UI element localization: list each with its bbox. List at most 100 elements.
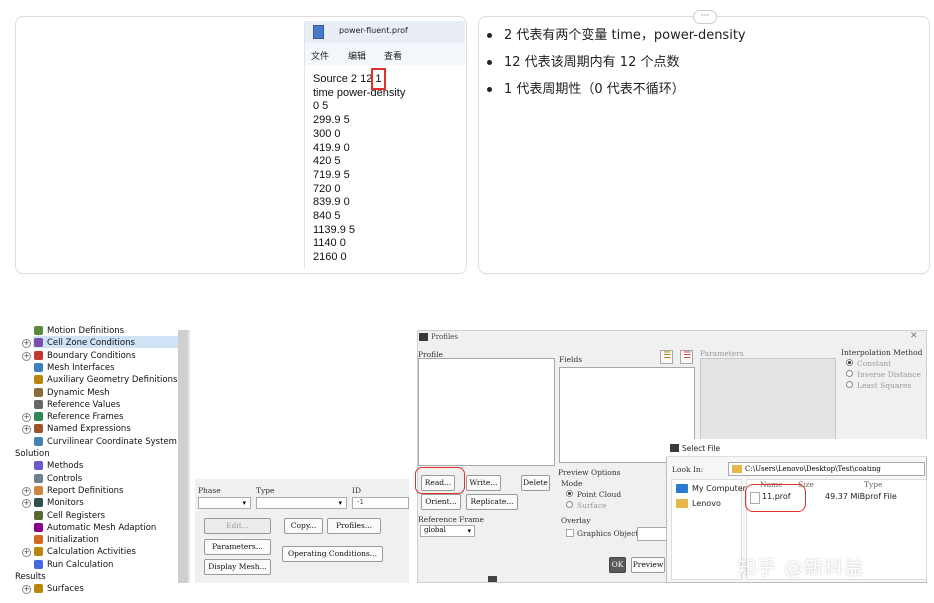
computer-icon <box>676 484 688 493</box>
tree-scrollbar[interactable] <box>178 330 188 583</box>
constant-radio[interactable] <box>846 359 853 366</box>
chevron-down-icon: ▾ <box>338 499 342 507</box>
parameters-label: Parameters <box>700 349 744 358</box>
write-button[interactable]: Write... <box>466 475 501 491</box>
mode-label: Mode <box>561 479 583 488</box>
profile-line: 719.9 5 <box>313 168 350 181</box>
display-mesh-button[interactable]: Display Mesh... <box>204 559 271 575</box>
file-type: prof File <box>865 492 897 501</box>
profile-line: 840 5 <box>313 210 341 223</box>
tree-item-label: Boundary Conditions <box>47 350 136 361</box>
run-icon <box>34 559 43 569</box>
least-squares-radio[interactable] <box>846 381 853 388</box>
register-icon <box>34 510 43 520</box>
preview-options-label: Preview Options <box>558 468 621 477</box>
tree-item-label: Surfaces <box>47 584 84 595</box>
note-item: 1 代表周期性（0 代表不循环） <box>485 81 746 108</box>
type-label: Type <box>256 486 275 495</box>
graphics-object-label: Graphics Object <box>577 529 639 538</box>
profiles-button[interactable]: Profiles... <box>327 518 381 534</box>
notepad-title: power-fluent.prof <box>339 26 408 35</box>
watermark: 知乎 @新科益 <box>737 557 865 579</box>
dynamic-mesh-icon <box>34 387 43 397</box>
preview-button[interactable]: Preview <box>631 557 665 573</box>
profile-line: 299.9 5 <box>313 114 350 127</box>
monitor-icon <box>34 498 43 508</box>
parameters-button[interactable]: Parameters... <box>204 539 271 555</box>
profile-line: time power-density <box>313 86 406 99</box>
look-in-path[interactable]: C:\Users\Lenovo\Desktop\Test\coating <box>728 462 925 476</box>
close-icon[interactable]: ✕ <box>910 331 918 341</box>
orient-button[interactable]: Orient... <box>421 494 461 510</box>
select-all-icon[interactable]: ☰ <box>660 350 673 364</box>
geometry-icon <box>34 375 43 385</box>
menu-edit[interactable]: 编辑 <box>348 49 366 62</box>
function-icon <box>34 424 43 434</box>
chevron-down-icon: ▾ <box>467 527 471 535</box>
initialization-icon <box>34 535 43 545</box>
graphics-object-field[interactable] <box>637 527 667 541</box>
notes-list: 2 代表有两个变量 time，power-density 12 代表该周期内有 … <box>485 27 746 108</box>
replicate-button[interactable]: Replicate... <box>466 494 518 510</box>
graphics-object-checkbox[interactable] <box>566 529 574 537</box>
surface-radio[interactable] <box>566 501 573 508</box>
notepad-text[interactable]: Source 2 12 1 time power-density 0 5 299… <box>313 73 405 265</box>
reference-frame-dropdown[interactable]: global ▾ <box>420 525 475 537</box>
overlay-label: Overlay <box>561 516 591 525</box>
tree-item-label: Reference Frames <box>47 412 124 423</box>
menu-view[interactable]: 查看 <box>384 49 402 62</box>
delete-button[interactable]: Delete <box>521 475 550 491</box>
copy-button[interactable]: Copy... <box>284 518 323 534</box>
tree-item-label: Reference Values <box>47 399 121 410</box>
place-lenovo[interactable]: Lenovo <box>692 499 721 508</box>
chevron-down-icon: ▾ <box>242 499 246 507</box>
expand-icon[interactable]: + <box>22 351 31 361</box>
controls-icon <box>34 473 43 483</box>
motion-icon <box>34 326 43 335</box>
expand-icon[interactable]: + <box>22 585 31 595</box>
folder-icon <box>676 499 688 508</box>
reference-frame-value: global <box>424 526 446 534</box>
frames-icon <box>34 412 43 422</box>
deselect-all-icon[interactable]: ☰ <box>680 350 693 364</box>
places-panel <box>671 479 742 580</box>
column-type[interactable]: Type <box>864 480 882 489</box>
profile-list[interactable] <box>418 358 555 466</box>
phase-dropdown[interactable]: ▾ <box>198 497 251 509</box>
point-cloud-radio[interactable] <box>566 490 573 497</box>
menu-file[interactable]: 文件 <box>311 49 329 62</box>
place-my-computer[interactable]: My Computer <box>692 484 746 493</box>
operating-conditions-button[interactable]: Operating Conditions... <box>282 546 383 562</box>
file-size: 49.37 MiB <box>825 492 866 501</box>
phase-label: Phase <box>198 486 221 495</box>
reference-frame-label: Reference Frame <box>418 515 484 524</box>
notepad-menubar: 文件 编辑 查看 <box>305 43 465 65</box>
look-in-path-text: C:\Users\Lenovo\Desktop\Test\coating <box>745 465 881 473</box>
note-item: 12 代表该周期内有 12 个点数 <box>485 54 746 81</box>
type-dropdown[interactable]: ▾ <box>256 497 347 509</box>
profile-line: 300 0 <box>313 127 341 140</box>
id-field[interactable]: -1 <box>352 497 409 509</box>
tree-scroll-track <box>188 330 190 583</box>
more-options-icon[interactable]: ··· <box>693 10 717 24</box>
profile-line: 420 5 <box>313 155 341 168</box>
profile-line: 839.9 0 <box>313 196 350 209</box>
fluent-icon <box>670 444 679 452</box>
profile-line: 720 0 <box>313 182 341 195</box>
coordinate-icon <box>34 436 43 446</box>
tree-item-label: Mesh Interfaces <box>47 362 115 373</box>
tree-item-label: Solution <box>15 449 50 459</box>
tree-item-label: Controls <box>47 473 83 484</box>
look-in-label: Look In: <box>672 465 704 474</box>
expand-icon[interactable]: + <box>22 486 31 496</box>
tree-item-label: Dynamic Mesh <box>47 387 110 398</box>
ok-button[interactable]: OK <box>609 557 626 573</box>
surfaces-icon <box>34 584 43 594</box>
profile-line: 1139.9 5 <box>313 223 356 236</box>
inverse-distance-radio[interactable] <box>846 370 853 377</box>
report-icon <box>34 485 43 495</box>
resize-handle[interactable] <box>488 576 497 582</box>
edit-button[interactable]: Edit... <box>204 518 271 534</box>
profile-line: 0 5 <box>313 100 329 113</box>
notepad-window: power-fluent.prof 文件 编辑 查看 Source 2 12 1… <box>304 21 465 269</box>
